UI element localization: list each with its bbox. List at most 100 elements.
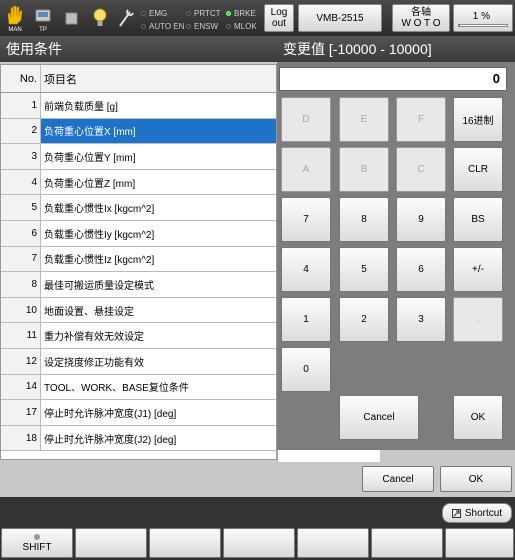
ensw-label: ENSW bbox=[194, 22, 218, 31]
table-row[interactable]: 18 停止时允许脉冲宽度(J2) [deg] bbox=[1, 425, 276, 452]
row-number: 14 bbox=[1, 374, 41, 400]
emg-indicator: EMG bbox=[141, 9, 167, 18]
key-0[interactable]: 0 bbox=[281, 347, 331, 392]
table-row[interactable]: 10 地面设置、悬挂设定 bbox=[1, 297, 276, 324]
key-6[interactable]: 6 bbox=[396, 247, 446, 292]
row-number: 6 bbox=[1, 220, 41, 246]
left-panel-title: 使用条件 bbox=[0, 36, 277, 62]
key-3[interactable]: 3 bbox=[396, 297, 446, 342]
shortcut-button[interactable]: Shortcut bbox=[442, 503, 512, 523]
row-item-name: 设定挠度修正功能有效 bbox=[44, 357, 144, 369]
key-4[interactable]: 4 bbox=[281, 247, 331, 292]
table-body: 1 前端负载质量 [g] 2 负荷重心位置X [mm] 3 负荷重心位置Y [mm] 4 负荷… bbox=[1, 93, 276, 452]
emg-label: EMG bbox=[149, 9, 168, 18]
prtct-indicator: PRTCT bbox=[186, 9, 221, 18]
keypad-value-display[interactable]: 0 bbox=[279, 67, 507, 91]
key-7[interactable]: 7 bbox=[281, 197, 331, 242]
row-item-name: 负荷重心位置Y [mm] bbox=[44, 152, 136, 164]
table-row[interactable]: 1 前端负载质量 [g] bbox=[1, 93, 276, 119]
key-d[interactable]: D bbox=[281, 97, 331, 142]
function-key-3[interactable] bbox=[149, 528, 221, 558]
shift-key[interactable]: SHIFT bbox=[1, 528, 73, 558]
row-item-name: 负载重心惯性Iz [kgcm^2] bbox=[44, 255, 155, 267]
key-backspace[interactable]: BS bbox=[453, 197, 503, 242]
key-2[interactable]: 2 bbox=[339, 297, 389, 342]
shortcut-icon bbox=[451, 508, 461, 518]
table-row[interactable]: 17 停止时允许脉冲宽度(J1) [deg] bbox=[1, 400, 276, 426]
brke-label: BRKE bbox=[234, 9, 256, 18]
key-f[interactable]: F bbox=[396, 97, 446, 142]
wrench-icon[interactable] bbox=[114, 4, 138, 32]
ensw-led-icon bbox=[186, 24, 191, 29]
brke-led-icon bbox=[226, 11, 231, 16]
header-no: No. bbox=[1, 65, 41, 92]
row-item-name: 地面设置、悬挂设定 bbox=[44, 306, 134, 318]
stop-square-icon[interactable] bbox=[60, 4, 84, 32]
row-item-name: 停止时允许脉冲宽度(J2) [deg] bbox=[44, 434, 177, 446]
table-row[interactable]: 6 负载重心惯性Iy [kgcm^2] bbox=[1, 220, 276, 247]
keypad-ok-button[interactable]: OK bbox=[453, 395, 503, 440]
key-8[interactable]: 8 bbox=[339, 197, 389, 242]
table-row[interactable]: 14 TOOL、WORK、BASE复位条件 bbox=[1, 374, 276, 401]
speed-override-fill bbox=[459, 25, 461, 26]
mlok-indicator: MLOK bbox=[226, 22, 257, 31]
key-hex[interactable]: 16进制 bbox=[453, 97, 503, 142]
key-9[interactable]: 9 bbox=[396, 197, 446, 242]
teach-pendant-icon[interactable]: TP bbox=[31, 4, 55, 33]
row-number: 8 bbox=[1, 272, 41, 297]
key-a[interactable]: A bbox=[281, 147, 331, 192]
table-header: No. 项目名 bbox=[1, 65, 276, 93]
shortcut-label: Shortcut bbox=[464, 507, 503, 519]
dialog-ok-button[interactable]: OK bbox=[440, 466, 512, 492]
axis-mode-button[interactable]: 各轴 W O T O bbox=[392, 4, 450, 32]
row-number: 7 bbox=[1, 246, 41, 272]
speed-override-value: 1 % bbox=[472, 11, 490, 22]
table-row[interactable]: 5 负载重心惯性Ix [kgcm^2] bbox=[1, 195, 276, 221]
speed-override-button[interactable]: 1 % bbox=[453, 4, 513, 32]
shift-label: SHIFT bbox=[22, 541, 52, 553]
function-key-5[interactable] bbox=[297, 528, 369, 558]
table-row[interactable]: 11 重力补偿有效无效设定 bbox=[1, 323, 276, 349]
mlok-led-icon bbox=[226, 24, 231, 29]
function-key-7[interactable] bbox=[445, 528, 514, 558]
key-sign[interactable]: +/- bbox=[453, 247, 503, 292]
dialog-cancel-button[interactable]: Cancel bbox=[362, 466, 434, 492]
row-number: 18 bbox=[1, 425, 41, 451]
function-key-2[interactable] bbox=[75, 528, 147, 558]
table-row[interactable]: 3 负荷重心位置Y [mm] bbox=[1, 144, 276, 170]
function-key-6[interactable] bbox=[371, 528, 443, 558]
row-item-name: 最佳可搬运质量设定模式 bbox=[44, 280, 154, 292]
auto-en-indicator: AUTO EN bbox=[141, 22, 184, 31]
brke-indicator: BRKE bbox=[226, 9, 256, 18]
manual-mode-hand-icon[interactable]: MAN bbox=[3, 4, 27, 33]
key-1[interactable]: 1 bbox=[281, 297, 331, 342]
table-row[interactable]: 4 负荷重心位置Z [mm] bbox=[1, 169, 276, 196]
key-c[interactable]: C bbox=[396, 147, 446, 192]
table-row[interactable]: 8 最佳可搬运质量设定模式 bbox=[1, 272, 276, 298]
row-item-name: 负荷重心位置Z [mm] bbox=[44, 178, 136, 190]
shift-led-icon bbox=[34, 533, 40, 540]
logout-button[interactable]: Log out bbox=[264, 4, 294, 32]
prtct-led-icon bbox=[186, 11, 191, 16]
key-clr[interactable]: CLR bbox=[453, 147, 503, 192]
row-number: 4 bbox=[1, 169, 41, 195]
speed-override-bar bbox=[458, 24, 508, 27]
function-key-4[interactable] bbox=[223, 528, 295, 558]
row-item-name: TOOL、WORK、BASE复位条件 bbox=[44, 383, 189, 395]
key-5[interactable]: 5 bbox=[339, 247, 389, 292]
key-b[interactable]: B bbox=[339, 147, 389, 192]
key-dot[interactable]: . bbox=[453, 297, 503, 342]
table-row[interactable]: 12 设定挠度修正功能有效 bbox=[1, 348, 276, 375]
keypad-cancel-button[interactable]: Cancel bbox=[339, 395, 419, 440]
keypad-title: 变更值 [-10000 - 10000] bbox=[277, 36, 515, 62]
key-e[interactable]: E bbox=[339, 97, 389, 142]
conditions-table: No. 项目名 1 前端负载质量 [g] 2 负荷重心位置X [mm] 3 负荷重心位置Y… bbox=[0, 64, 277, 460]
table-row[interactable]: 7 负载重心惯性Iz [kgcm^2] bbox=[1, 246, 276, 273]
row-item-name: 重力补偿有效无效设定 bbox=[44, 332, 144, 344]
row-item-name: 负载重心惯性Ix [kgcm^2] bbox=[44, 204, 155, 216]
row-number: 3 bbox=[1, 144, 41, 169]
lightbulb-icon[interactable] bbox=[88, 4, 112, 32]
table-row[interactable]: 2 负荷重心位置X [mm] bbox=[1, 118, 276, 145]
row-number: 12 bbox=[1, 348, 41, 374]
robot-name-button[interactable]: VMB-2515 bbox=[298, 4, 382, 32]
